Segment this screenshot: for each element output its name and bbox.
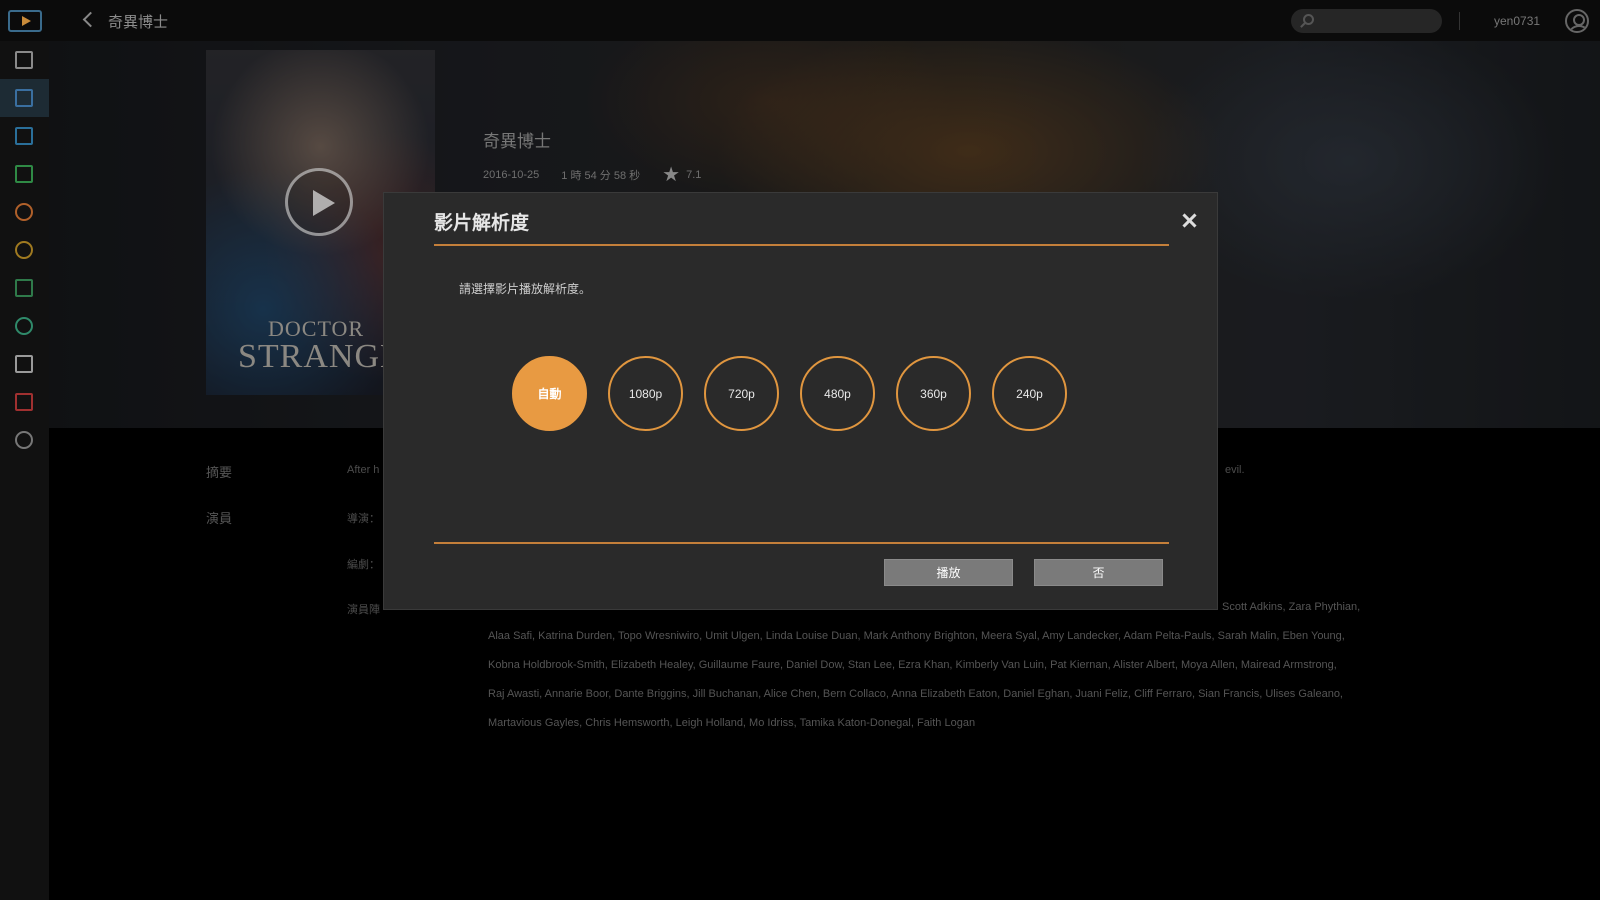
summary-text-end: evil.	[1225, 464, 1245, 476]
resolution-option[interactable]: 480p	[800, 356, 875, 431]
username[interactable]: yen0731	[1494, 14, 1540, 28]
search-input[interactable]	[1291, 9, 1442, 33]
sidebar-item-library[interactable]	[0, 79, 49, 117]
clock-icon	[15, 241, 33, 259]
resolution-dialog: 影片解析度 請選擇影片播放解析度。 自動 1080p 720p 480p 360p 240…	[383, 192, 1218, 610]
poster-title: DOCTOR STRANGE	[238, 318, 402, 374]
play-button[interactable]	[285, 168, 353, 236]
app-root: 奇異博士 yen0731 DOCTOR STRANGE 奇異博士 2016-10…	[0, 0, 1600, 900]
resolution-option[interactable]: 720p	[704, 356, 779, 431]
sidebar-item-list[interactable]	[0, 155, 49, 193]
resolution-options: 自動 1080p 720p 480p 360p 240p	[512, 356, 1067, 431]
list-icon	[15, 165, 33, 183]
sidebar-item-tag[interactable]	[0, 269, 49, 307]
sidebar-item-tape[interactable]	[0, 383, 49, 421]
refresh-icon	[15, 317, 33, 335]
close-icon[interactable]	[1182, 213, 1196, 227]
tag-icon	[15, 279, 33, 297]
star-icon: ★	[662, 164, 681, 186]
resolution-option[interactable]: 1080p	[608, 356, 683, 431]
sidebar	[0, 41, 49, 900]
tv-icon	[15, 127, 33, 145]
sidebar-item-printer[interactable]	[0, 41, 49, 79]
library-icon	[15, 89, 33, 107]
sidebar-item-gear[interactable]	[0, 421, 49, 459]
dialog-description: 請選擇影片播放解析度。	[459, 282, 592, 296]
cast-label: 演員	[206, 512, 233, 527]
release-date: 2016-10-25	[483, 169, 540, 181]
dialog-title: 影片解析度	[434, 212, 530, 234]
folder-icon	[15, 355, 33, 373]
tape-icon	[15, 393, 33, 411]
cast-line: Scott Adkins, Zara Phythian,	[1222, 601, 1361, 613]
poster-title-line2: STRANGE	[238, 338, 402, 375]
divider	[434, 244, 1169, 246]
cast-line: Alaa Safi, Katrina Durden, Topo Wresniwi…	[488, 630, 1345, 642]
cast-line: Martavious Gayles, Chris Hemsworth, Leig…	[488, 717, 976, 729]
cast-line: Raj Awasti, Annarie Boor, Dante Briggins…	[488, 688, 1343, 700]
resolution-option[interactable]: 自動	[512, 356, 587, 431]
summary-text: After h	[347, 464, 380, 476]
search-icon	[1303, 14, 1314, 25]
play-confirm-button[interactable]: 播放	[884, 559, 1013, 586]
rating-value: 7.1	[686, 169, 702, 181]
director-label: 導演：	[347, 513, 380, 525]
sidebar-item-clock[interactable]	[0, 231, 49, 269]
gear-icon	[15, 431, 33, 449]
sidebar-item-folder[interactable]	[0, 345, 49, 383]
resolution-option[interactable]: 240p	[992, 356, 1067, 431]
divider	[434, 542, 1169, 544]
page-title: 奇異博士	[108, 13, 169, 31]
app-logo-icon[interactable]	[8, 10, 42, 32]
sidebar-item-refresh[interactable]	[0, 307, 49, 345]
writer-label: 編劇：	[347, 559, 380, 571]
duration: 1 時 54 分 58 秒	[561, 170, 641, 182]
rating: ★ 7.1	[662, 165, 701, 185]
top-bar: 奇異博士 yen0731	[0, 0, 1600, 41]
movie-meta: 2016-10-25 1 時 54 分 58 秒 ★ 7.1	[483, 165, 701, 185]
actors-label: 演員陣	[347, 604, 380, 616]
resolution-option[interactable]: 360p	[896, 356, 971, 431]
summary-label: 摘要	[206, 466, 233, 481]
movie-title: 奇異博士	[483, 132, 551, 152]
sidebar-item-heart[interactable]	[0, 193, 49, 231]
cast-line: Kobna Holdbrook-Smith, Elizabeth Healey,…	[488, 659, 1337, 671]
poster-title-line1: DOCTOR	[268, 316, 365, 341]
cancel-button[interactable]: 否	[1034, 559, 1163, 586]
back-arrow-icon[interactable]	[80, 11, 98, 29]
sidebar-item-tv[interactable]	[0, 117, 49, 155]
printer-icon	[15, 51, 33, 69]
heart-icon	[15, 203, 33, 221]
user-avatar-icon[interactable]	[1565, 9, 1589, 33]
divider	[1459, 12, 1460, 30]
